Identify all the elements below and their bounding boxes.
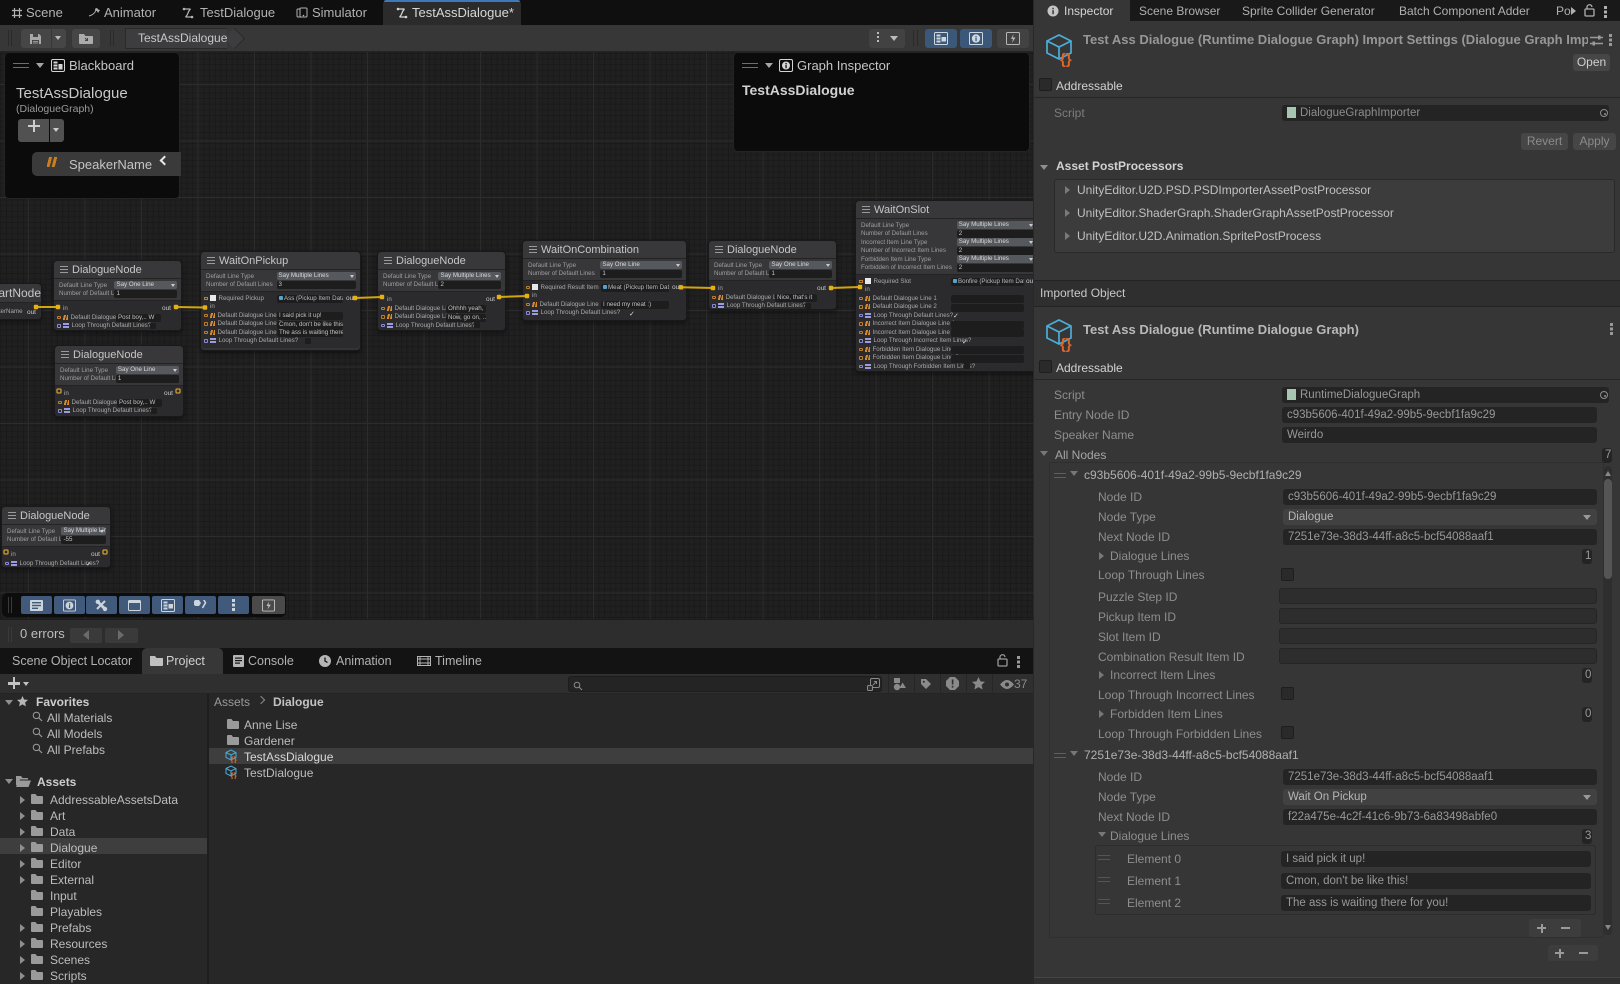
svg-text:{}: {}: [1060, 336, 1072, 352]
svg-text:{}: {}: [1060, 51, 1072, 67]
svg-text:{}: {}: [231, 756, 237, 764]
svg-text:{}: {}: [231, 772, 237, 780]
